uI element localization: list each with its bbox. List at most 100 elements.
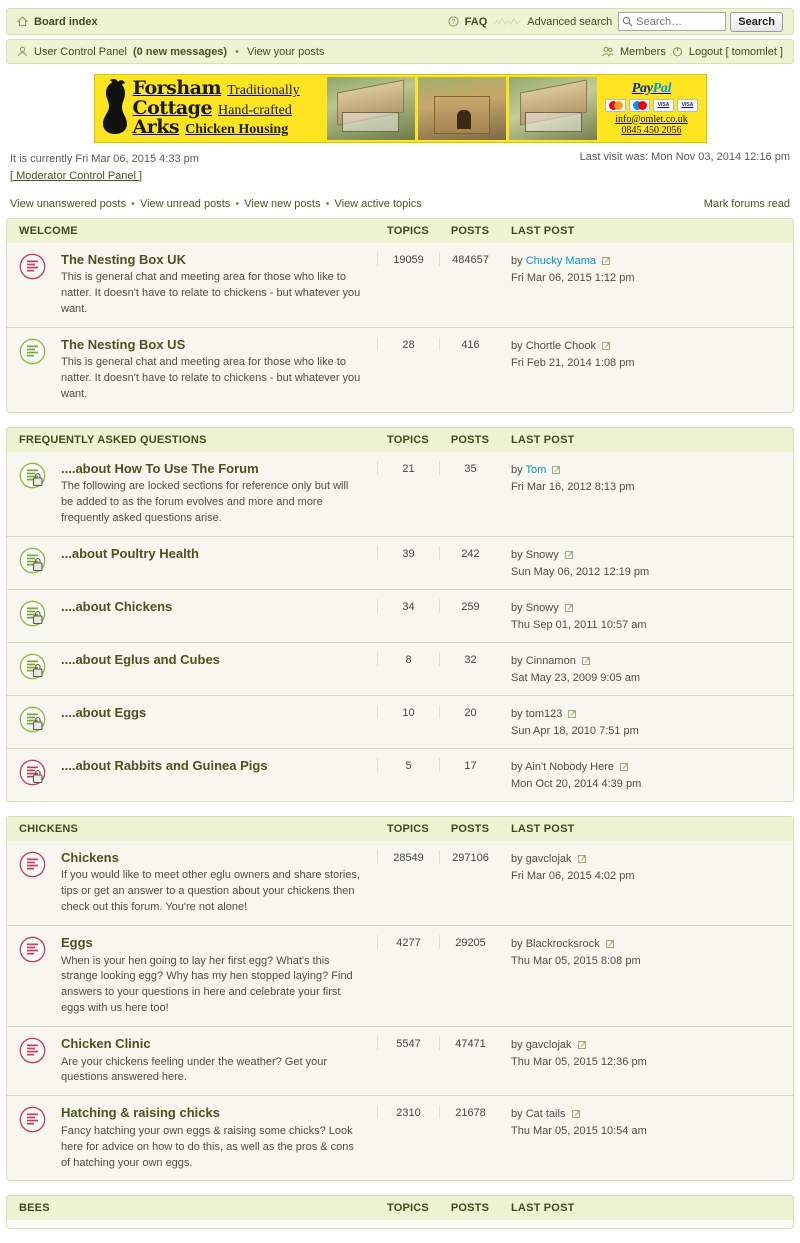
last-post-author-link[interactable]: Chortle Chook [526, 340, 596, 352]
forum-topics-count: 21 [377, 461, 439, 476]
column-header-posts: POSTS [450, 823, 490, 836]
forum-status-icon-cell [19, 850, 61, 878]
view-active-topics-link[interactable]: View active topics [334, 198, 421, 210]
forum-category-title: FREQUENTLY ASKED QUESTIONS [19, 434, 207, 447]
view-unread-posts-link[interactable]: View unread posts [140, 198, 230, 210]
goto-last-post-icon[interactable] [568, 709, 577, 719]
forum-title-link-about-chickens[interactable]: ....about Chickens [61, 599, 363, 615]
faq-link[interactable]: FAQ [465, 16, 488, 28]
view-unanswered-posts-link[interactable]: View unanswered posts [10, 198, 126, 210]
forum-title-link-about-poultry-health[interactable]: ...about Poultry Health [61, 546, 363, 562]
forum-title-link-chickens[interactable]: Chickens [61, 850, 363, 866]
forum-info-cell: Chickens If you would like to meet other… [61, 850, 377, 916]
last-post-author-line: by Ain't Nobody Here [511, 759, 781, 776]
quick-link-separator: • [325, 198, 330, 210]
forum-info-cell: ....about Eglus and Cubes [61, 652, 377, 668]
goto-last-post-icon[interactable] [571, 1109, 581, 1119]
forum-title-link-chicken-clinic[interactable]: Chicken Clinic [61, 1036, 363, 1052]
forum-last-post-cell: by Chucky Mama Fri Mar 06, 2015 1:12 pm [501, 252, 781, 286]
forum-title-link-hatching-raising-chicks[interactable]: Hatching & raising chicks [61, 1105, 363, 1121]
forum-last-post-cell: by Chortle Chook Fri Feb 21, 2014 1:08 p… [501, 337, 781, 371]
members-link[interactable]: Members [620, 46, 666, 58]
forum-info-cell: ....about How To Use The Forum The follo… [61, 461, 377, 527]
last-post-author-link[interactable]: Snowy [526, 549, 559, 561]
goto-last-post-icon[interactable] [605, 939, 615, 949]
last-post-author-link[interactable]: Tom [525, 464, 546, 476]
forum-title-link-about-how-to-use-the-forum[interactable]: ....about How To Use The Forum [61, 461, 363, 477]
search-input[interactable] [633, 15, 722, 28]
forum-title-link-about-eggs[interactable]: ....about Eggs [61, 705, 363, 721]
paypal-panel: PayPal VISA VISA info@omlet.co.uk 0845 4… [598, 75, 706, 142]
forum-last-post-cell: by gavclojak Thu Mar 05, 2015 12:36 pm [501, 1036, 781, 1070]
user-icon [17, 46, 28, 57]
forum-title-link-the-nesting-box-uk[interactable]: The Nesting Box UK [61, 252, 363, 268]
view-new-posts-link[interactable]: View new posts [244, 198, 320, 210]
last-post-date: Fri Feb 21, 2014 1:08 pm [511, 356, 635, 369]
moderator-control-panel-link[interactable]: [ Moderator Control Panel ] [10, 170, 142, 182]
forum-row: The Nesting Box US This is general chat … [7, 327, 793, 413]
column-header-posts: POSTS [450, 434, 490, 447]
forum-topics-count: 5 [377, 758, 439, 773]
by-label: by [511, 255, 523, 267]
board-index-link[interactable]: Board index [34, 16, 98, 28]
forum-topics-count: 19059 [377, 252, 439, 266]
forum-topics-count: 2310 [377, 1105, 439, 1120]
goto-last-post-icon[interactable] [577, 854, 587, 864]
forum-posts-count: 20 [439, 705, 501, 720]
last-post-author-link[interactable]: tom123 [526, 708, 563, 720]
advert-banner[interactable]: Forsham Traditionally Cottage Hand-craft… [93, 74, 707, 143]
search-icon [622, 16, 633, 27]
column-header-posts: POSTS [450, 225, 490, 237]
last-post-author-link[interactable]: Snowy [526, 602, 559, 614]
last-post-author-link[interactable]: Blackrocksrock [526, 938, 600, 950]
forum-rows: The Nesting Box UK This is general chat … [7, 243, 793, 413]
search-input-wrapper[interactable] [618, 12, 727, 31]
last-post-date: Thu Mar 05, 2015 10:54 am [511, 1124, 647, 1137]
forum-title-link-about-eglus-and-cubes[interactable]: ....about Eglus and Cubes [61, 652, 363, 668]
goto-last-post-icon[interactable] [581, 656, 591, 666]
banner-contact: info@omlet.co.uk 0845 450 2056 [615, 114, 688, 137]
forum-category-block-frequently-asked-questions: FREQUENTLY ASKED QUESTIONS TOPICS POSTS … [6, 427, 794, 803]
forum-posts-count: 17 [439, 758, 501, 773]
goto-last-post-icon[interactable] [620, 762, 629, 772]
column-header-posts: POSTS [450, 1202, 490, 1215]
mark-forums-read-link[interactable]: Mark forums read [704, 198, 790, 210]
forum-locked-read-icon [19, 547, 46, 574]
goto-last-post-icon[interactable] [577, 1040, 587, 1050]
primary-navbar: Board index ? FAQ Advanced search Search [6, 8, 794, 35]
forum-title-link-the-nesting-box-us[interactable]: The Nesting Box US [61, 337, 363, 353]
column-header-last-post: LAST POST [511, 1202, 575, 1215]
quick-links-left: View unanswered posts • View unread post… [10, 198, 422, 210]
nav-separator: • [235, 45, 239, 58]
forum-last-post-cell: by Cat tails Thu Mar 05, 2015 10:54 am [501, 1105, 781, 1139]
last-visit: Last visit was: Mon Nov 03, 2014 12:16 p… [579, 151, 790, 163]
forum-row: The Nesting Box UK This is general chat … [7, 243, 793, 328]
advanced-search-link[interactable]: Advanced search [527, 16, 612, 28]
last-post-date: Fri Mar 06, 2015 1:12 pm [511, 271, 635, 284]
forum-description: This is general chat and meeting area fo… [61, 271, 361, 316]
goto-last-post-icon[interactable] [602, 341, 611, 351]
forum-status-icon-cell [19, 599, 61, 627]
goto-last-post-icon[interactable] [564, 603, 574, 613]
by-label: by [511, 761, 523, 774]
forum-title-link-eggs[interactable]: Eggs [61, 935, 363, 951]
last-post-author-link[interactable]: Cinnamon [526, 655, 576, 667]
last-post-author-link[interactable]: Ain't Nobody Here [525, 761, 614, 773]
forum-description: When is your hen going to lay her first … [61, 954, 353, 1015]
svg-text:?: ? [451, 19, 455, 26]
goto-last-post-icon[interactable] [564, 550, 574, 560]
goto-last-post-icon[interactable] [602, 256, 611, 266]
forum-posts-count: 297106 [439, 850, 501, 865]
forum-status-icon-cell [19, 252, 61, 280]
logout-link[interactable]: Logout [ tomomlet ] [689, 46, 783, 58]
banner-row: Forsham Traditionally Cottage Hand-craft… [0, 74, 800, 143]
last-post-author-link[interactable]: Chucky Mama [526, 255, 596, 267]
last-post-author-link[interactable]: gavclojak [526, 1039, 572, 1051]
goto-last-post-icon[interactable] [552, 465, 561, 475]
user-control-panel-link[interactable]: User Control Panel [34, 46, 127, 58]
view-your-posts-link[interactable]: View your posts [247, 46, 324, 58]
last-post-author-link[interactable]: Cat tails [526, 1108, 566, 1120]
search-button[interactable]: Search [730, 11, 783, 32]
last-post-author-link[interactable]: gavclojak [526, 853, 572, 865]
forum-title-link-about-rabbits-and-guinea-pigs[interactable]: ....about Rabbits and Guinea Pigs [61, 758, 363, 774]
